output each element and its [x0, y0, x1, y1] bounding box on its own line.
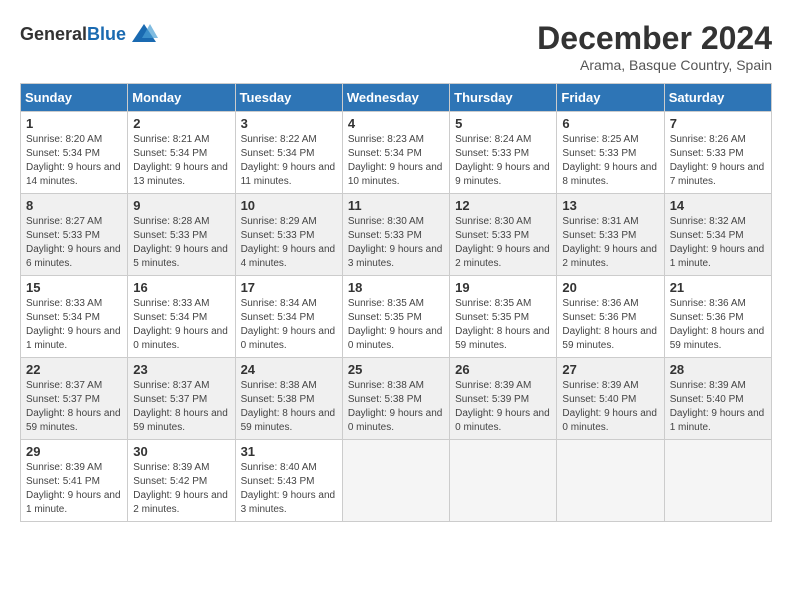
list-item: 27 Sunrise: 8:39 AMSunset: 5:40 PMDaylig… [557, 358, 664, 440]
logo: GeneralBlue [20, 20, 158, 48]
calendar-table: Sunday Monday Tuesday Wednesday Thursday… [20, 83, 772, 522]
list-item: 25 Sunrise: 8:38 AMSunset: 5:38 PMDaylig… [342, 358, 449, 440]
list-item: 24 Sunrise: 8:38 AMSunset: 5:38 PMDaylig… [235, 358, 342, 440]
list-item: 18 Sunrise: 8:35 AMSunset: 5:35 PMDaylig… [342, 276, 449, 358]
col-monday: Monday [128, 84, 235, 112]
month-title: December 2024 [537, 20, 772, 57]
col-friday: Friday [557, 84, 664, 112]
list-item [450, 440, 557, 522]
col-thursday: Thursday [450, 84, 557, 112]
table-row: 15 Sunrise: 8:33 AMSunset: 5:34 PMDaylig… [21, 276, 772, 358]
list-item: 29 Sunrise: 8:39 AMSunset: 5:41 PMDaylig… [21, 440, 128, 522]
list-item [557, 440, 664, 522]
list-item: 19 Sunrise: 8:35 AMSunset: 5:35 PMDaylig… [450, 276, 557, 358]
title-block: December 2024 Arama, Basque Country, Spa… [537, 20, 772, 73]
list-item: 13 Sunrise: 8:31 AMSunset: 5:33 PMDaylig… [557, 194, 664, 276]
list-item: 28 Sunrise: 8:39 AMSunset: 5:40 PMDaylig… [664, 358, 771, 440]
list-item: 12 Sunrise: 8:30 AMSunset: 5:33 PMDaylig… [450, 194, 557, 276]
logo-icon [130, 20, 158, 48]
col-wednesday: Wednesday [342, 84, 449, 112]
logo-blue: Blue [87, 24, 126, 44]
list-item: 2 Sunrise: 8:21 AMSunset: 5:34 PMDayligh… [128, 112, 235, 194]
list-item: 1 Sunrise: 8:20 AMSunset: 5:34 PMDayligh… [21, 112, 128, 194]
list-item: 4 Sunrise: 8:23 AMSunset: 5:34 PMDayligh… [342, 112, 449, 194]
list-item: 21 Sunrise: 8:36 AMSunset: 5:36 PMDaylig… [664, 276, 771, 358]
list-item: 23 Sunrise: 8:37 AMSunset: 5:37 PMDaylig… [128, 358, 235, 440]
list-item: 6 Sunrise: 8:25 AMSunset: 5:33 PMDayligh… [557, 112, 664, 194]
list-item: 16 Sunrise: 8:33 AMSunset: 5:34 PMDaylig… [128, 276, 235, 358]
list-item: 22 Sunrise: 8:37 AMSunset: 5:37 PMDaylig… [21, 358, 128, 440]
table-row: 1 Sunrise: 8:20 AMSunset: 5:34 PMDayligh… [21, 112, 772, 194]
list-item: 30 Sunrise: 8:39 AMSunset: 5:42 PMDaylig… [128, 440, 235, 522]
table-row: 8 Sunrise: 8:27 AMSunset: 5:33 PMDayligh… [21, 194, 772, 276]
list-item: 14 Sunrise: 8:32 AMSunset: 5:34 PMDaylig… [664, 194, 771, 276]
list-item: 9 Sunrise: 8:28 AMSunset: 5:33 PMDayligh… [128, 194, 235, 276]
table-row: 22 Sunrise: 8:37 AMSunset: 5:37 PMDaylig… [21, 358, 772, 440]
list-item [342, 440, 449, 522]
logo-text: GeneralBlue [20, 24, 126, 45]
list-item: 15 Sunrise: 8:33 AMSunset: 5:34 PMDaylig… [21, 276, 128, 358]
list-item: 20 Sunrise: 8:36 AMSunset: 5:36 PMDaylig… [557, 276, 664, 358]
list-item [664, 440, 771, 522]
list-item: 8 Sunrise: 8:27 AMSunset: 5:33 PMDayligh… [21, 194, 128, 276]
list-item: 5 Sunrise: 8:24 AMSunset: 5:33 PMDayligh… [450, 112, 557, 194]
col-saturday: Saturday [664, 84, 771, 112]
list-item: 3 Sunrise: 8:22 AMSunset: 5:34 PMDayligh… [235, 112, 342, 194]
list-item: 11 Sunrise: 8:30 AMSunset: 5:33 PMDaylig… [342, 194, 449, 276]
list-item: 31 Sunrise: 8:40 AMSunset: 5:43 PMDaylig… [235, 440, 342, 522]
header-row: Sunday Monday Tuesday Wednesday Thursday… [21, 84, 772, 112]
col-sunday: Sunday [21, 84, 128, 112]
list-item: 26 Sunrise: 8:39 AMSunset: 5:39 PMDaylig… [450, 358, 557, 440]
list-item: 17 Sunrise: 8:34 AMSunset: 5:34 PMDaylig… [235, 276, 342, 358]
page-header: GeneralBlue December 2024 Arama, Basque … [20, 20, 772, 73]
logo-general: General [20, 24, 87, 44]
table-row: 29 Sunrise: 8:39 AMSunset: 5:41 PMDaylig… [21, 440, 772, 522]
list-item: 10 Sunrise: 8:29 AMSunset: 5:33 PMDaylig… [235, 194, 342, 276]
col-tuesday: Tuesday [235, 84, 342, 112]
location-title: Arama, Basque Country, Spain [537, 57, 772, 73]
list-item: 7 Sunrise: 8:26 AMSunset: 5:33 PMDayligh… [664, 112, 771, 194]
